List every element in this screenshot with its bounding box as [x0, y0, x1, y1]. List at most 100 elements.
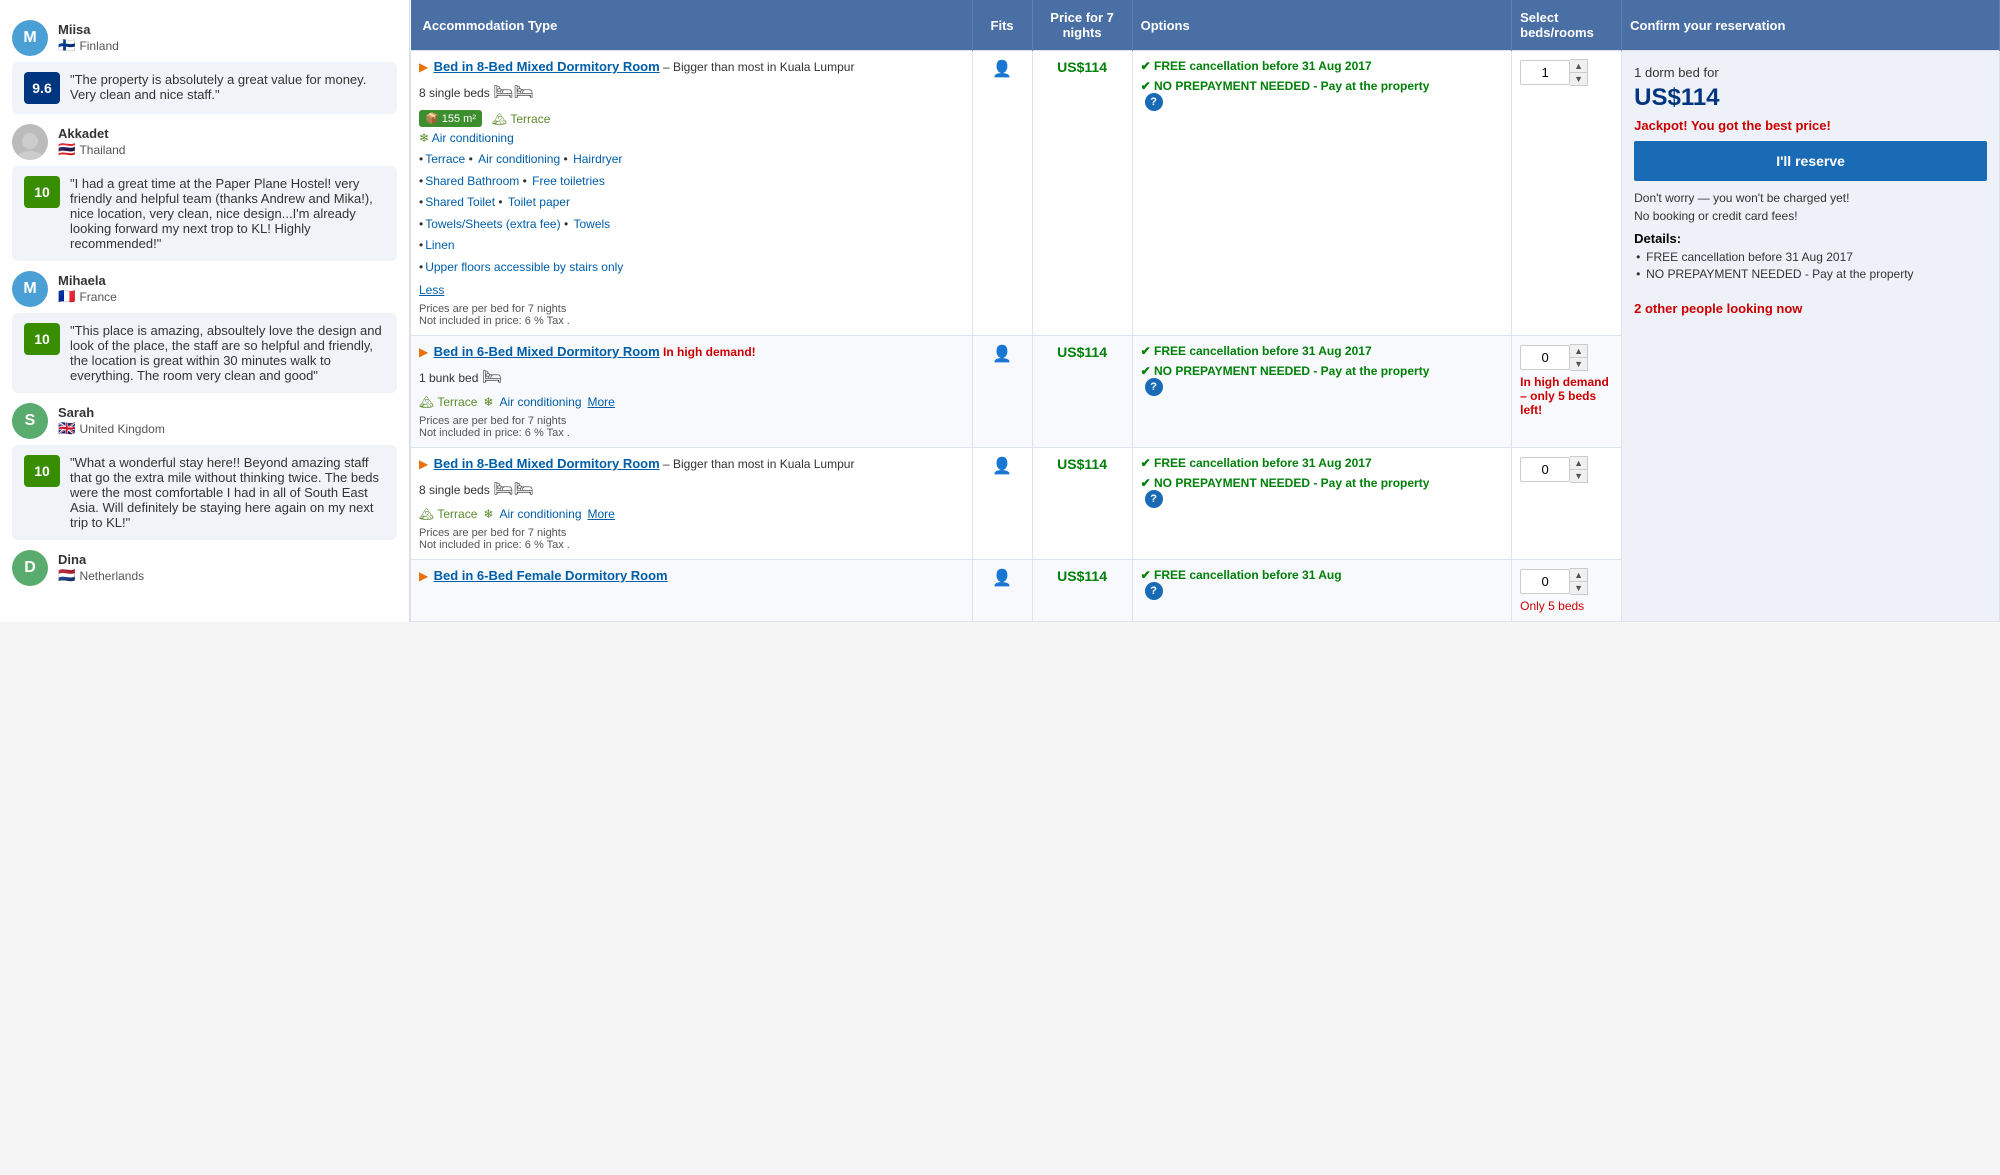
ac-icon: ❄: [419, 131, 432, 145]
select-cell-3: ▲ ▼: [1512, 447, 1622, 559]
high-demand-label: In high demand!: [663, 345, 756, 359]
select-cell-4: ▲ ▼ Only 5 beds: [1512, 559, 1622, 621]
spinner-down-3[interactable]: ▼: [1570, 470, 1587, 482]
room-link-3[interactable]: Bed in 8-Bed Mixed Dormitory Room: [434, 456, 660, 471]
reserve-button[interactable]: I'll reserve: [1634, 141, 1987, 181]
spinner-up-3[interactable]: ▲: [1570, 457, 1587, 470]
reviewer-country: 🇹🇭 Thailand: [58, 141, 125, 158]
help-icon[interactable]: ?: [1145, 93, 1163, 111]
spinner-buttons-2[interactable]: ▲ ▼: [1570, 344, 1588, 371]
reviewer-name: Akkadet: [58, 126, 125, 141]
bed-info-2: 1 bunk bed 🛏: [419, 367, 964, 387]
col-header-confirm: Confirm your reservation: [1622, 0, 2000, 51]
spinner-down-1[interactable]: ▼: [1570, 73, 1587, 85]
select-cell-2: ▲ ▼ In high demand – only 5 beds left!: [1512, 335, 1622, 447]
reviewer-mihaela: M Mihaela 🇫🇷 France: [12, 271, 397, 307]
reviewer-akkadet: Akkadet 🇹🇭 Thailand: [12, 124, 397, 160]
spinner-up-1[interactable]: ▲: [1570, 60, 1587, 73]
spinner-4[interactable]: ▲ ▼: [1520, 568, 1613, 595]
confirm-bullet-1: FREE cancellation before 31 Aug 2017: [1634, 250, 1987, 264]
confirm-note-2: No booking or credit card fees!: [1634, 209, 1987, 223]
fits-cell-3: 👤: [972, 447, 1032, 559]
avatar-sarah: S: [12, 403, 48, 439]
fits-cell-1: 👤: [972, 51, 1032, 336]
col-header-accommodation-type: Accommodation Type: [411, 0, 973, 51]
spinner-3[interactable]: ▲ ▼: [1520, 456, 1613, 483]
spinner-1[interactable]: ▲ ▼: [1520, 59, 1613, 86]
beds-input-2[interactable]: [1520, 345, 1570, 370]
review-text: "I had a great time at the Paper Plane H…: [70, 176, 385, 251]
score-badge: 10: [24, 455, 60, 487]
amenities-list-1: •Terrace • Air conditioning • Hairdryer …: [419, 149, 964, 279]
ac-link[interactable]: Air conditioning: [499, 507, 581, 521]
help-icon[interactable]: ?: [1145, 582, 1163, 600]
review-box-4: 10 "What a wonderful stay here!! Beyond …: [12, 445, 397, 540]
review-box-3: 10 "This place is amazing, absoultely lo…: [12, 313, 397, 393]
help-icon[interactable]: ?: [1145, 490, 1163, 508]
room-link-2[interactable]: Bed in 6-Bed Mixed Dormitory Room: [434, 344, 660, 359]
col-header-options: Options: [1132, 0, 1512, 51]
free-cancel-label: FREE cancellation before 31 Aug 2017: [1141, 456, 1504, 470]
accommodation-table: Accommodation Type Fits Price for 7 nigh…: [410, 0, 2000, 622]
ac-link[interactable]: Air conditioning: [432, 131, 514, 145]
spinner-buttons-1[interactable]: ▲ ▼: [1570, 59, 1588, 86]
ac-icon: ❄: [483, 507, 493, 521]
col-header-select: Select beds/rooms: [1512, 0, 1622, 51]
booking-table-panel: Accommodation Type Fits Price for 7 nigh…: [410, 0, 2000, 622]
ac-link[interactable]: Air conditioning: [499, 395, 581, 409]
room-features-3: 🏔 Terrace ❄ Air conditioning More: [419, 507, 964, 521]
free-cancel-label: FREE cancellation before 31 Aug 2017: [1141, 59, 1504, 73]
beds-input-4[interactable]: [1520, 569, 1570, 594]
spinner-2[interactable]: ▲ ▼: [1520, 344, 1613, 371]
more-link-2[interactable]: More: [588, 395, 615, 409]
review-text: "The property is absolutely a great valu…: [70, 72, 385, 104]
spinner-up-4[interactable]: ▲: [1570, 569, 1587, 582]
fits-cell-2: 👤: [972, 335, 1032, 447]
orange-arrow-icon: ▶: [419, 60, 428, 74]
reviewer-name: Sarah: [58, 405, 165, 420]
confirm-note-1: Don't worry — you won't be charged yet!: [1634, 191, 1987, 205]
ac-row: ❄ Air conditioning: [419, 131, 964, 145]
room-link-4[interactable]: Bed in 6-Bed Female Dormitory Room: [434, 568, 668, 583]
spinner-down-4[interactable]: ▼: [1570, 582, 1587, 594]
orange-arrow-icon: ▶: [419, 457, 428, 471]
spinner-buttons-4[interactable]: ▲ ▼: [1570, 568, 1588, 595]
price-note-2: Prices are per bed for 7 nightsNot inclu…: [419, 415, 964, 439]
spinner-buttons-3[interactable]: ▲ ▼: [1570, 456, 1588, 483]
beds-input-1[interactable]: [1520, 60, 1570, 85]
reviewer-sarah: S Sarah 🇬🇧 United Kingdom: [12, 403, 397, 439]
reviewer-country: 🇫🇷 France: [58, 288, 117, 305]
terrace-icon: 🏔 Terrace: [419, 395, 477, 409]
area-badge: 📦 155 m²: [419, 110, 482, 127]
orange-arrow-icon: ▶: [419, 345, 428, 359]
person-icon: 👤: [981, 344, 1024, 364]
reviewer-name: Miisa: [58, 22, 119, 37]
less-link[interactable]: Less: [419, 283, 444, 297]
spinner-down-2[interactable]: ▼: [1570, 358, 1587, 370]
spinner-up-2[interactable]: ▲: [1570, 345, 1587, 358]
reviewer-dina: D Dina 🇳🇱 Netherlands: [12, 550, 397, 586]
room-features-2: 🏔 Terrace ❄ Air conditioning More: [419, 395, 964, 409]
bed-info-1: 8 single beds 🛏🛏: [419, 82, 964, 102]
no-prepay-label: NO PREPAYMENT NEEDED - Pay at the proper…: [1141, 364, 1504, 378]
room-link-1[interactable]: Bed in 8-Bed Mixed Dormitory Room: [434, 59, 660, 74]
reviewer-country: 🇬🇧 United Kingdom: [58, 420, 165, 437]
price-cell-3: US$114: [1032, 447, 1132, 559]
confirm-dorm-text: 1 dorm bed for: [1634, 65, 1987, 80]
col-header-price: Price for 7 nights: [1032, 0, 1132, 51]
person-icon: 👤: [981, 59, 1024, 79]
avatar-dina: D: [12, 550, 48, 586]
review-text: "What a wonderful stay here!! Beyond ama…: [70, 455, 385, 530]
reviewer-name: Mihaela: [58, 273, 117, 288]
avatar-akkadet: [12, 124, 48, 160]
help-icon[interactable]: ?: [1145, 378, 1163, 396]
score-badge: 10: [24, 176, 60, 208]
ac-icon: ❄: [483, 395, 493, 409]
price-cell-4: US$114: [1032, 559, 1132, 621]
jackpot-text: Jackpot! You got the best price!: [1634, 118, 1987, 133]
beds-input-3[interactable]: [1520, 457, 1570, 482]
room-desc-1: – Bigger than most in Kuala Lumpur: [663, 60, 854, 74]
confirm-cell: 1 dorm bed for US$114 Jackpot! You got t…: [1622, 51, 2000, 622]
fits-cell-4: 👤: [972, 559, 1032, 621]
more-link-3[interactable]: More: [588, 507, 615, 521]
